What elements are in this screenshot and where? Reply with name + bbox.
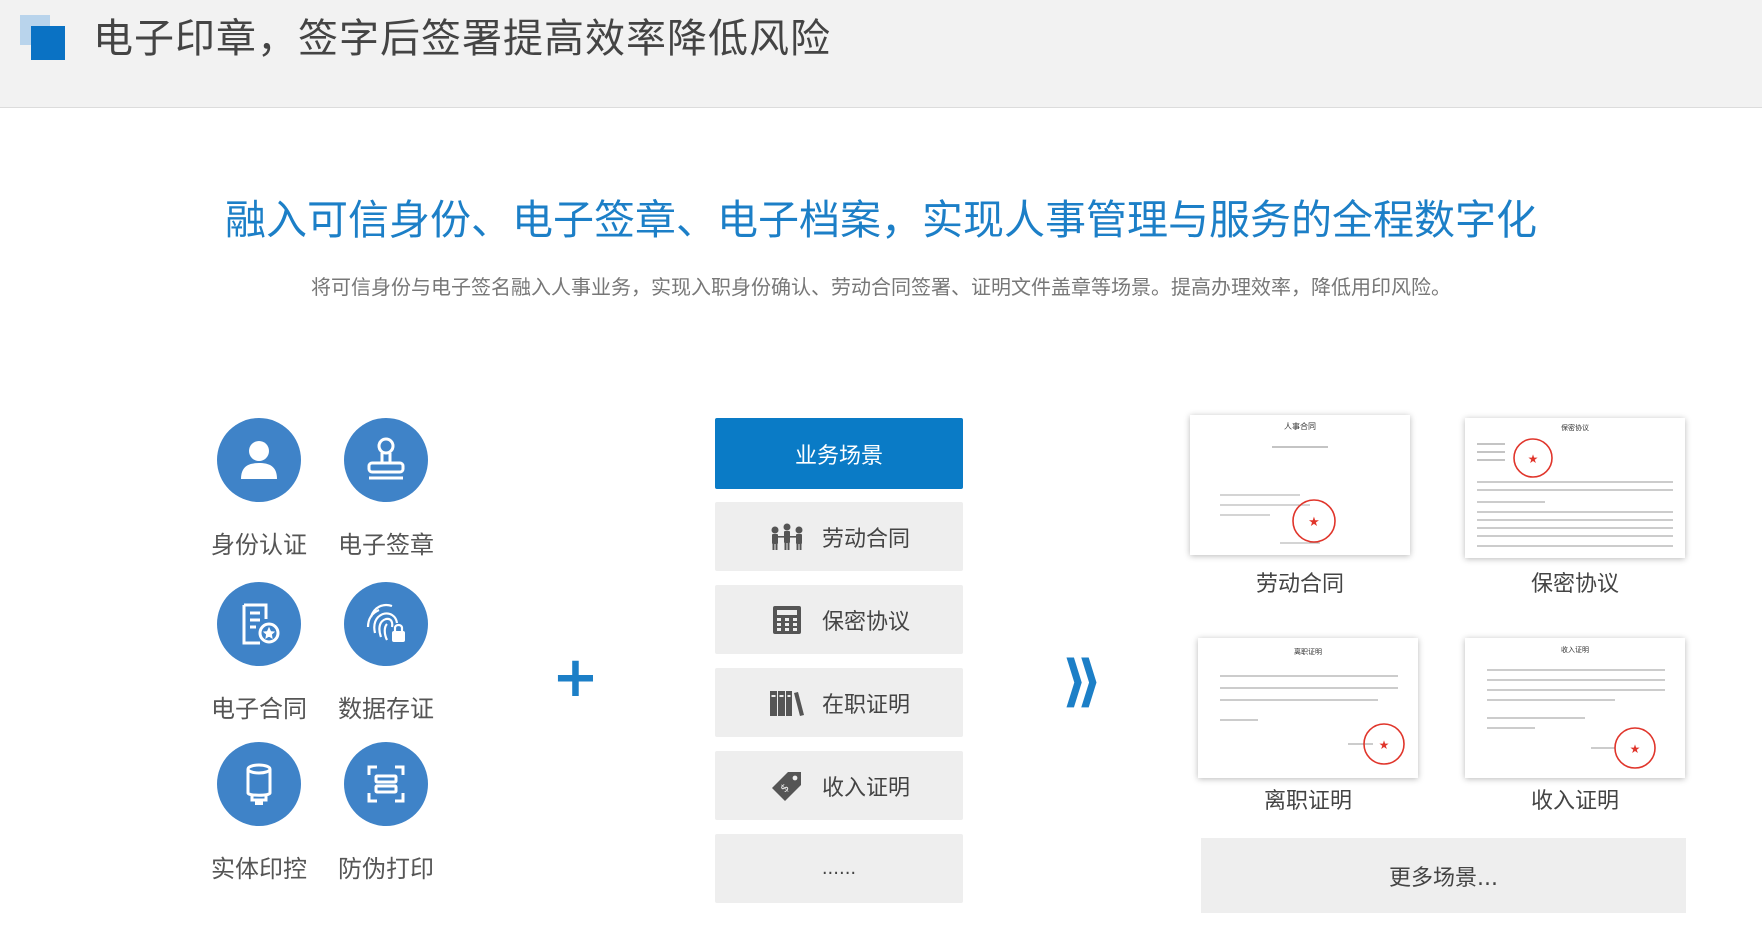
more-scenarios-button[interactable]: 更多场景... (1201, 838, 1686, 913)
scene-labor-contract[interactable]: 劳动合同 (715, 502, 963, 571)
seal-icon (344, 418, 428, 502)
feature-identity[interactable]: 身份认证 (194, 418, 324, 561)
business-scenarios-header[interactable]: 业务场景 (715, 418, 963, 489)
scene-label: ...... (821, 858, 857, 879)
document-title: 人事合同 (1284, 421, 1316, 431)
main-title: 融入可信身份、电子签章、电子档案，实现人事管理与服务的全程数字化 (225, 196, 1537, 244)
document-preview-resignation-certificate[interactable]: 离职证明 ★ (1198, 638, 1418, 778)
scene-confidentiality-agreement[interactable]: 保密协议 (715, 585, 963, 654)
document-title: 保密协议 (1561, 423, 1589, 432)
subtitle: 将可信身份与电子签名融入人事业务，实现入职身份确认、劳动合同签署、证明文件盖章等… (311, 275, 1451, 299)
feature-physical-seal-control[interactable]: 实体印控 (194, 742, 324, 885)
plus-symbol: + (552, 645, 599, 710)
header-logo-mark (20, 15, 66, 61)
document-caption: 劳动合同 (1255, 572, 1344, 597)
double-chevron-right-icon: ⟫ (1062, 649, 1103, 714)
document-preview-income-certificate[interactable]: 收入证明 ★ (1465, 638, 1685, 778)
page-header: 电子印章，签字后签署提高效率降低风险 (0, 0, 1762, 108)
fingerprint-icon (344, 582, 428, 666)
feature-e-contract[interactable]: 电子合同 (194, 582, 324, 725)
document-caption: 收入证明 (1530, 789, 1619, 814)
scene-label: 劳动合同 (821, 526, 910, 552)
svg-text:★: ★ (1308, 515, 1320, 530)
document-title: 离职证明 (1294, 647, 1322, 656)
svg-text:★: ★ (1379, 738, 1390, 752)
feature-anti-counterfeit-print[interactable]: 防伪打印 (321, 742, 451, 885)
feature-label: 数据存证 (338, 695, 434, 723)
calculator-icon (768, 604, 806, 636)
document-caption: 保密协议 (1530, 572, 1619, 597)
people-icon (768, 521, 806, 553)
feature-e-seal[interactable]: 电子签章 (321, 418, 451, 561)
feature-label: 实体印控 (211, 855, 307, 883)
books-icon (768, 687, 806, 719)
scene-income-certificate[interactable]: $ 收入证明 (715, 751, 963, 820)
document-preview-labor-contract[interactable]: 人事合同 ★ (1190, 415, 1410, 555)
scene-label: 在职证明 (821, 692, 910, 718)
svg-text:★: ★ (1528, 452, 1539, 466)
header-title: 电子印章，签字后签署提高效率降低风险 (93, 16, 831, 62)
document-caption: 离职证明 (1263, 789, 1352, 814)
money-tag-icon: $ (768, 770, 806, 802)
feature-data-evidence[interactable]: 数据存证 (321, 582, 451, 725)
scene-employment-certificate[interactable]: 在职证明 (715, 668, 963, 737)
feature-label: 电子合同 (211, 695, 307, 723)
user-icon (217, 418, 301, 502)
feature-label: 身份认证 (211, 531, 307, 559)
feature-label: 防伪打印 (338, 855, 434, 883)
svg-text:★: ★ (1630, 742, 1641, 756)
scene-more-ellipsis[interactable]: ...... (715, 834, 963, 903)
stamp-device-icon (217, 742, 301, 826)
scene-label: 收入证明 (821, 775, 910, 801)
document-preview-confidentiality[interactable]: 保密协议 ★ (1465, 418, 1685, 558)
contract-icon (217, 582, 301, 666)
scene-label: 保密协议 (821, 609, 910, 635)
document-title: 收入证明 (1561, 645, 1589, 654)
feature-label: 电子签章 (338, 531, 434, 559)
print-frame-icon (344, 742, 428, 826)
